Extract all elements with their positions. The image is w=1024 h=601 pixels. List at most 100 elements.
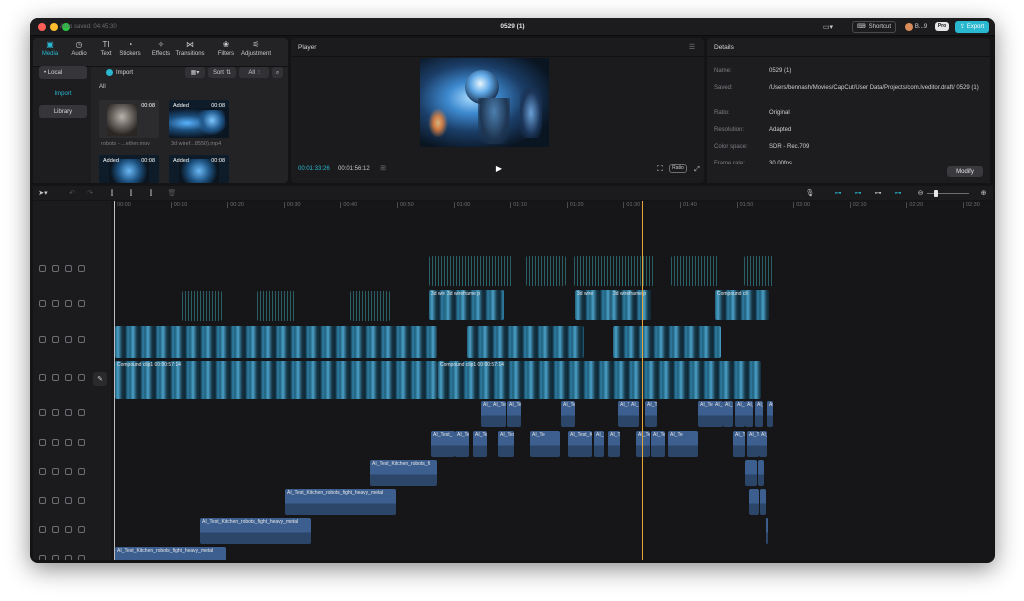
track-type-icon[interactable] xyxy=(39,468,46,475)
audio-clip[interactable]: AI_Te xyxy=(755,401,763,427)
import-icon[interactable] xyxy=(105,68,114,77)
track-type-icon[interactable] xyxy=(39,555,46,560)
sort-button[interactable]: Sort ⇅ xyxy=(208,67,236,78)
video-clip[interactable]: 3d wireframe p xyxy=(611,290,651,320)
export-button[interactable]: ⇪ Export xyxy=(955,21,989,33)
audio-clip[interactable]: AI_Test_Kitchen_robots_fight_heavy_metal xyxy=(285,489,396,515)
layout-icon[interactable]: ▭▾ xyxy=(820,22,836,32)
audio-clip[interactable]: AI_Test_Kitchen_robots_fight_heavy_metal xyxy=(200,518,311,544)
track-type-icon[interactable] xyxy=(39,526,46,533)
visibility-icon[interactable] xyxy=(65,300,72,307)
audio-clip[interactable]: AI_Te xyxy=(745,401,753,427)
filter-button[interactable]: All ⫶ xyxy=(239,67,269,78)
snap-icon[interactable]: ⊶ xyxy=(891,188,905,198)
modify-button[interactable]: Modify xyxy=(947,166,983,177)
audio-clip[interactable]: AI_Te xyxy=(668,431,698,457)
track-type-icon[interactable] xyxy=(39,300,46,307)
audio-clip[interactable]: AI_Test_Kit xyxy=(473,431,487,457)
audio-clip[interactable]: AI_Test_ xyxy=(594,431,604,457)
audio-clip[interactable]: AI_Te xyxy=(645,401,657,427)
playhead[interactable] xyxy=(642,201,643,560)
delete-icon[interactable]: 🗑 xyxy=(167,188,177,198)
menu-icon[interactable]: ☰ xyxy=(687,43,697,52)
audio-clip[interactable]: AI_Test_Kit xyxy=(733,431,745,457)
visibility-icon[interactable] xyxy=(65,336,72,343)
audio-clip[interactable]: AI_Te xyxy=(507,401,521,427)
visibility-icon[interactable] xyxy=(65,526,72,533)
effect-clip[interactable] xyxy=(182,291,222,321)
audio-clip[interactable] xyxy=(745,460,757,486)
select-tool-icon[interactable]: ➤▾ xyxy=(37,188,49,198)
tab-effects[interactable]: ✧ Effects xyxy=(146,40,176,64)
import-label[interactable]: Import xyxy=(116,70,133,76)
media-item[interactable]: Added 00:08 xyxy=(169,155,229,183)
mute-icon[interactable] xyxy=(78,336,85,343)
frame-grid-icon[interactable]: ⊞ xyxy=(378,164,388,173)
track-type-icon[interactable] xyxy=(39,265,46,272)
mute-icon[interactable] xyxy=(78,300,85,307)
media-item[interactable]: Added 00:08 xyxy=(169,100,229,138)
audio-clip[interactable] xyxy=(760,489,766,515)
effect-clip[interactable] xyxy=(350,291,390,321)
video-clip[interactable]: 3d wireframe p xyxy=(445,290,504,320)
edit-cover-icon[interactable]: ✎ xyxy=(93,372,107,386)
sidebar-item-local[interactable]: • Local xyxy=(39,66,87,79)
effect-clip[interactable] xyxy=(257,291,295,321)
track-type-icon[interactable] xyxy=(39,409,46,416)
sidebar-item-library[interactable]: Library xyxy=(39,105,87,118)
effect-clip[interactable] xyxy=(526,256,566,286)
lock-icon[interactable] xyxy=(52,265,59,272)
view-toggle-button[interactable]: ▦▾ xyxy=(185,67,205,78)
sidebar-item-import[interactable]: Import xyxy=(39,87,87,100)
tab-media[interactable]: ▣ Media xyxy=(35,40,65,64)
tab-stickers[interactable]: ◔ Stickers xyxy=(115,40,145,64)
lock-icon[interactable] xyxy=(52,409,59,416)
visibility-icon[interactable] xyxy=(65,265,72,272)
audio-clip[interactable]: AI_Test_Kitchen_robots_fight_heavy_metal xyxy=(115,547,226,560)
audio-clip[interactable]: AI_Te xyxy=(713,401,723,427)
mute-icon[interactable] xyxy=(78,409,85,416)
visibility-icon[interactable] xyxy=(65,468,72,475)
video-clip[interactable]: Compound cli xyxy=(715,290,769,320)
lock-icon[interactable] xyxy=(52,468,59,475)
video-clip[interactable] xyxy=(467,326,584,358)
lock-icon[interactable] xyxy=(52,497,59,504)
audio-clip[interactable]: AI_Te xyxy=(767,401,773,427)
media-item[interactable]: Added 00:08 xyxy=(99,155,159,183)
fit-screen-icon[interactable]: ⛶ xyxy=(655,164,665,174)
audio-clip[interactable]: AI_Te xyxy=(561,401,575,427)
user-profile[interactable]: B...9 xyxy=(901,21,931,33)
compound-clip[interactable]: Compound clip1 00:00:57:14 xyxy=(438,361,761,399)
effect-clip[interactable] xyxy=(429,256,513,286)
lock-icon[interactable] xyxy=(52,439,59,446)
split-icon[interactable]: ⫿ xyxy=(107,188,117,198)
tab-transitions[interactable]: ⋈ Transitions xyxy=(175,40,205,64)
lock-icon[interactable] xyxy=(52,336,59,343)
lock-icon[interactable] xyxy=(52,300,59,307)
mute-icon[interactable] xyxy=(78,555,85,560)
link-clips-icon[interactable]: ⊶ xyxy=(831,188,845,198)
track-type-icon[interactable] xyxy=(39,439,46,446)
audio-clip[interactable]: AI_Test_Kit xyxy=(636,431,650,457)
track-type-icon[interactable] xyxy=(39,336,46,343)
search-icon[interactable]: ⌕ xyxy=(272,67,283,78)
audio-clip[interactable]: AI_Te xyxy=(723,401,733,427)
media-item[interactable]: 00:08 xyxy=(99,100,159,138)
audio-clip[interactable]: AI_Test_ xyxy=(747,431,759,457)
split-left-icon[interactable]: ⫿ xyxy=(126,188,136,198)
audio-clip[interactable]: AI_Te xyxy=(491,401,506,427)
fullscreen-icon[interactable]: ⤢ xyxy=(692,164,702,174)
track-type-icon[interactable] xyxy=(39,497,46,504)
audio-clip[interactable]: AI_Te xyxy=(735,401,745,427)
zoom-slider-handle[interactable] xyxy=(934,190,938,197)
track-type-icon[interactable] xyxy=(39,374,46,381)
audio-clip[interactable]: AI_Te xyxy=(759,431,767,457)
audio-clip[interactable]: AI_Test_Kit xyxy=(651,431,665,457)
mute-icon[interactable] xyxy=(78,497,85,504)
visibility-icon[interactable] xyxy=(65,374,72,381)
undo-icon[interactable]: ↶ xyxy=(67,188,77,198)
mute-icon[interactable] xyxy=(78,439,85,446)
preview-canvas[interactable] xyxy=(420,58,549,147)
visibility-icon[interactable] xyxy=(65,555,72,560)
compound-clip[interactable]: Compound clip1 00:00:57:14 xyxy=(115,361,438,399)
